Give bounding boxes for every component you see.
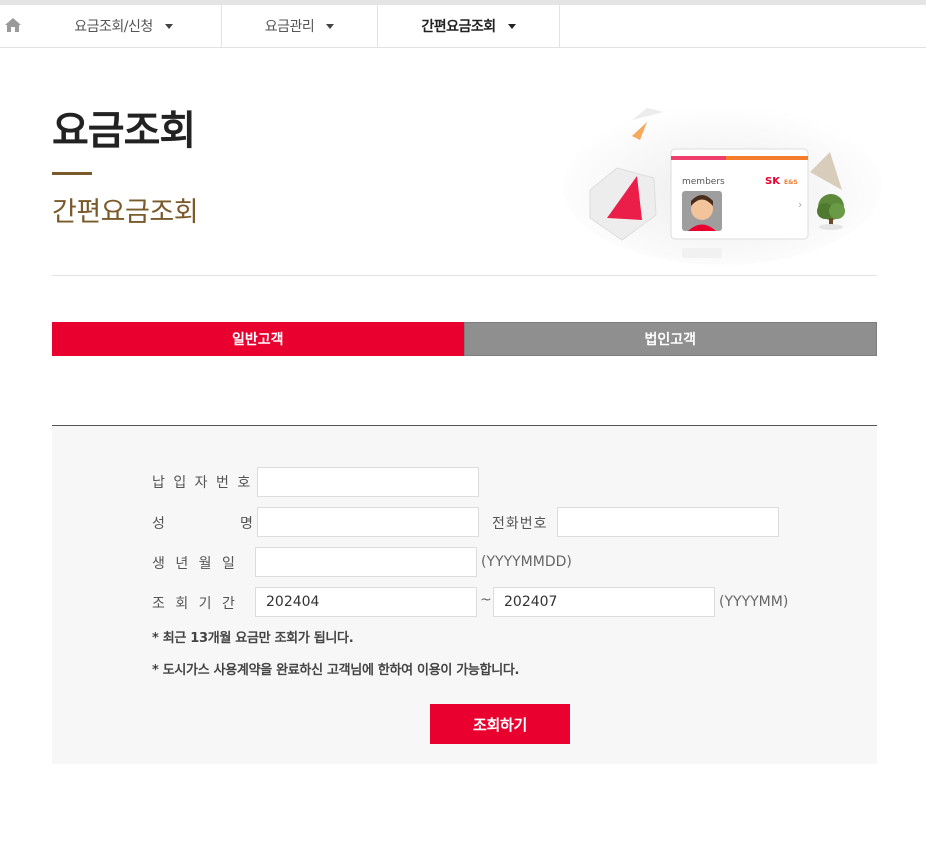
- nav-item-label: 요금관리: [264, 19, 315, 35]
- birthdate-input[interactable]: [255, 547, 477, 577]
- tab-corporate-customer[interactable]: 법인고객: [463, 322, 877, 356]
- nav-item-label: 간편요금조회: [421, 19, 496, 35]
- home-button[interactable]: [0, 5, 26, 47]
- name-label-first: 성: [152, 516, 165, 532]
- customer-type-tabs: 일반고객 법인고객: [52, 322, 877, 356]
- members-card-illustration: members SK E&S ›: [562, 105, 882, 265]
- payer-number-input[interactable]: [257, 467, 479, 497]
- inquiry-submit-button[interactable]: 조회하기: [430, 704, 570, 744]
- card-arrow-icon: ›: [798, 198, 802, 211]
- payer-number-label: 납 입 자 번 호: [152, 475, 253, 491]
- inquiry-form: 납 입 자 번 호 성 명 전화번호 생 년 월 일 (YYYYMMDD) 조 …: [52, 425, 877, 764]
- period-to-input[interactable]: [493, 587, 715, 617]
- title-divider: [52, 172, 92, 175]
- header-divider: [52, 275, 877, 276]
- name-label-second: 명: [240, 516, 253, 532]
- name-input[interactable]: [257, 507, 479, 537]
- home-icon: [5, 18, 21, 32]
- caret-down-icon: [326, 23, 335, 29]
- birthdate-format-hint: (YYYYMMDD): [481, 554, 572, 570]
- caret-down-icon: [507, 23, 516, 29]
- phone-label: 전화번호: [492, 516, 548, 532]
- card-brand-sk: SK: [765, 176, 781, 187]
- period-format-hint: (YYYYMM): [719, 594, 789, 610]
- birthdate-label: 생 년 월 일: [152, 556, 238, 572]
- phone-input[interactable]: [557, 507, 779, 537]
- nav-item-fee-inquiry-apply[interactable]: 요금조회/신청: [26, 5, 222, 47]
- nav-item-label: 요금조회/신청: [74, 19, 153, 35]
- page-subtitle: 간편요금조회: [52, 197, 199, 228]
- period-from-input[interactable]: [255, 587, 477, 617]
- card-members-label: members: [682, 177, 725, 187]
- period-label: 조 회 기 간: [152, 596, 238, 612]
- nav-item-simple-fee-inquiry[interactable]: 간편요금조회: [378, 5, 560, 47]
- tab-general-customer[interactable]: 일반고객: [52, 322, 464, 356]
- note-contract-required: * 도시가스 사용계약을 완료하신 고객님에 한하여 이용이 가능합니다.: [152, 663, 520, 678]
- nav-item-fee-management[interactable]: 요금관리: [222, 5, 378, 47]
- page-title: 요금조회: [52, 108, 196, 154]
- card-brand-es: E&S: [784, 179, 798, 186]
- caret-down-icon: [164, 23, 173, 29]
- period-separator: ~: [480, 592, 492, 608]
- note-13-months: * 최근 13개월 요금만 조회가 됩니다.: [152, 631, 354, 646]
- top-nav: 요금조회/신청 요금관리 간편요금조회: [0, 5, 926, 48]
